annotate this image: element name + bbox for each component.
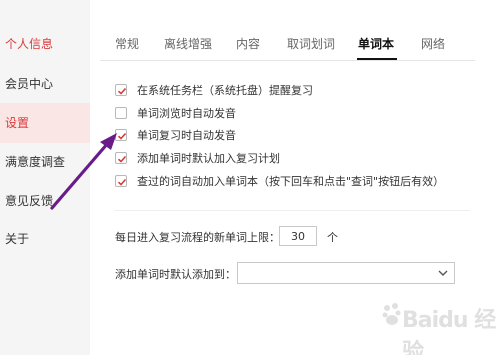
default-add-label: 添加单词时默认添加到： bbox=[115, 268, 236, 281]
tab-network[interactable]: 网络 bbox=[421, 35, 445, 52]
checkbox-tray-reminder[interactable]: 在系统任务栏（系统托盘）提醒复习 bbox=[115, 82, 313, 98]
sidebar-item-about[interactable]: 关于 bbox=[0, 219, 90, 259]
tab-word-capture[interactable]: 取词划词 bbox=[287, 35, 335, 52]
review-limit-unit: 个 bbox=[327, 231, 338, 244]
review-limit-label: 每日进入复习流程的新单词上限： bbox=[115, 231, 280, 244]
checkbox-label: 单词复习时自动发音 bbox=[137, 129, 236, 142]
check-icon bbox=[117, 178, 127, 186]
checkbox-auto-add-lookups[interactable]: 查过的词自动加入单词本（按下回车和点击"查词"按钮后有效） bbox=[115, 173, 444, 189]
tab-offline[interactable]: 离线增强 bbox=[164, 35, 212, 52]
chevron-down-icon bbox=[438, 270, 448, 276]
sidebar-item-survey[interactable]: 满意度调查 bbox=[0, 142, 90, 182]
sidebar-item-profile[interactable]: 个人信息 bbox=[0, 24, 90, 64]
sidebar-item-settings[interactable]: 设置 bbox=[0, 103, 90, 143]
sidebar-item-membership[interactable]: 会员中心 bbox=[0, 64, 90, 104]
checkbox-add-review-plan[interactable]: 添加单词时默认加入复习计划 bbox=[115, 150, 280, 166]
checkbox-label: 在系统任务栏（系统托盘）提醒复习 bbox=[137, 84, 313, 97]
checkbox-review-pronounce[interactable]: 单词复习时自动发音 bbox=[115, 127, 236, 143]
checkbox-box[interactable] bbox=[115, 175, 127, 187]
checkbox-browse-pronounce[interactable]: 单词浏览时自动发音 bbox=[115, 105, 236, 121]
checkbox-box[interactable] bbox=[115, 107, 127, 119]
check-icon bbox=[117, 132, 127, 140]
tab-divider bbox=[100, 60, 475, 61]
checkbox-box[interactable] bbox=[115, 152, 127, 164]
review-limit-input[interactable] bbox=[279, 226, 317, 246]
tab-content[interactable]: 内容 bbox=[236, 35, 260, 52]
section-divider bbox=[115, 210, 470, 211]
checkbox-box[interactable] bbox=[115, 84, 127, 96]
watermark-text: Baidu 经验 bbox=[402, 308, 496, 355]
check-icon bbox=[117, 155, 127, 163]
checkbox-label: 添加单词时默认加入复习计划 bbox=[137, 152, 280, 165]
tab-wordbook[interactable]: 单词本 bbox=[358, 35, 394, 52]
checkbox-box[interactable] bbox=[115, 129, 127, 141]
baidu-watermark-logo: Baidu 经验 bbox=[380, 300, 498, 355]
default-wordbook-select[interactable] bbox=[237, 262, 455, 284]
settings-sidebar: 个人信息 会员中心 设置 满意度调查 意见反馈 关于 bbox=[0, 0, 90, 355]
check-icon bbox=[117, 87, 127, 95]
checkbox-label: 单词浏览时自动发音 bbox=[137, 107, 236, 120]
paw-icon bbox=[382, 303, 401, 325]
sidebar-item-feedback[interactable]: 意见反馈 bbox=[0, 181, 90, 221]
tab-general[interactable]: 常规 bbox=[115, 35, 139, 52]
checkbox-label: 查过的词自动加入单词本（按下回车和点击"查词"按钮后有效） bbox=[137, 175, 445, 188]
